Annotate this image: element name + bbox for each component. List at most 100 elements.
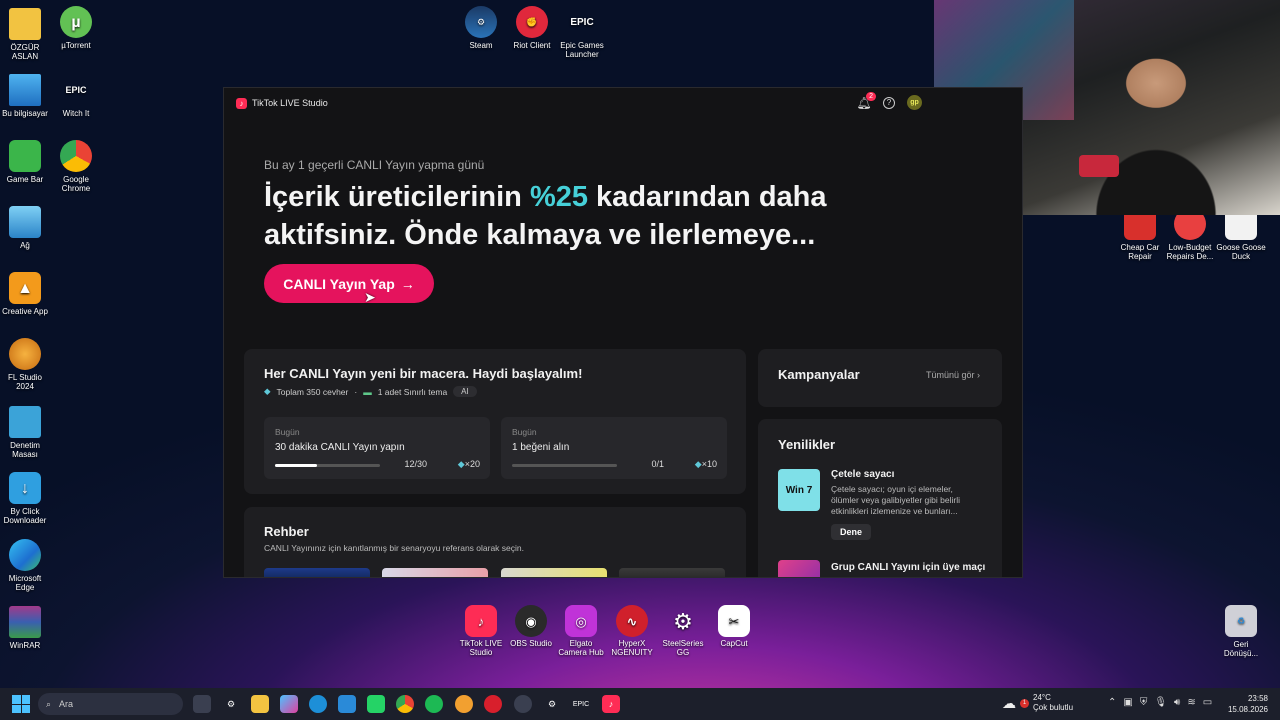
chrome-taskbar-icon[interactable]	[396, 695, 414, 713]
copilot-icon[interactable]	[280, 695, 298, 713]
task-reward: ◆×20	[458, 459, 480, 470]
guide-thumbnail[interactable]	[501, 568, 607, 577]
guide-desc: CANLI Yayınınız için kanıtlanmış bir sen…	[264, 543, 524, 553]
desktop-icon-this-pc[interactable]: Bu bilgisayar	[0, 74, 50, 118]
gem-icon: ◆	[694, 459, 702, 469]
desktop-icon-recycle-bin[interactable]: ♻ Geri Dönüşü...	[1216, 605, 1266, 658]
app-icon[interactable]	[455, 695, 473, 713]
task-day: Bugün	[512, 427, 537, 437]
task-progress-text: 12/30	[404, 459, 427, 469]
tray-app-icon[interactable]: ▣	[1123, 697, 1132, 708]
desktop-icon-riot[interactable]: ✊ Riot Client	[507, 6, 557, 50]
file-explorer-icon[interactable]	[251, 695, 269, 713]
news-thumbnail	[778, 560, 820, 577]
tiktok-live-icon: ♪	[465, 605, 497, 637]
desktop-icon-elgato[interactable]: ◎ Elgato Camera Hub	[557, 605, 605, 657]
desktop-icon-network[interactable]: Ağ	[0, 206, 50, 250]
desktop-icon-winrar[interactable]: WinRAR	[0, 606, 50, 650]
ai-chip[interactable]: AI	[453, 386, 477, 397]
volume-icon[interactable]: 🔊︎	[1174, 697, 1180, 708]
shield-icon[interactable]: ⛨	[1140, 697, 1148, 708]
weather-icon: ☁	[1002, 695, 1016, 711]
battery-icon[interactable]: ▭	[1203, 697, 1212, 708]
guide-thumbnail[interactable]	[264, 568, 370, 577]
edge-taskbar-icon[interactable]	[309, 695, 327, 713]
desktop-icon-goose[interactable]: Goose Goose Duck	[1216, 208, 1266, 261]
desktop-icon-steam[interactable]: ⚙ Steam	[456, 6, 506, 50]
microphone-icon[interactable]: 🎙︎	[1154, 697, 1167, 708]
campaigns-title: Kampanyalar	[778, 367, 860, 382]
desktop-icon-utorrent[interactable]: µ µTorrent	[51, 6, 101, 50]
task-reward-text: ×10	[701, 459, 717, 469]
desktop-icon-witch-it[interactable]: EPIC Witch It	[51, 74, 101, 118]
steam-taskbar-icon[interactable]: ⚙	[543, 695, 561, 713]
network-icon[interactable]: ≋	[1187, 697, 1195, 708]
recycle-bin-icon: ♻	[1225, 605, 1257, 637]
winrar-icon	[9, 606, 41, 638]
missions-card: Her CANLI Yayın yeni bir macera. Haydi b…	[244, 349, 746, 494]
task-progress-bar	[275, 464, 380, 467]
notification-bell-icon[interactable]: 🔔︎ 2	[856, 91, 876, 110]
taskbar-search[interactable]: ⌕ Ara	[38, 693, 183, 715]
start-button[interactable]	[12, 695, 30, 713]
desktop-icon-cheap-car-repair[interactable]: Cheap Car Repair	[1115, 208, 1165, 261]
tiktok-logo-icon: ♪	[236, 97, 247, 109]
whats-new-card: Yenilikler Win 7 Çetele sayacı Çetele sa…	[758, 419, 1002, 577]
desktop-icon-by-click[interactable]: ↓ By Click Downloader	[0, 472, 50, 525]
guide-thumbnail[interactable]	[619, 568, 725, 577]
store-icon[interactable]	[338, 695, 356, 713]
tiktok-taskbar-icon[interactable]: ♪	[602, 695, 620, 713]
go-live-button[interactable]: CANLI Yayın Yap →	[264, 264, 434, 303]
try-button[interactable]: Dene	[831, 524, 872, 540]
opera-icon[interactable]	[484, 695, 502, 713]
hero-title-accent: %25	[529, 181, 588, 213]
search-icon: ⌕	[46, 698, 52, 709]
news-thumb-text: Win 7	[785, 484, 813, 496]
whats-new-title: Yenilikler	[778, 437, 836, 452]
help-icon[interactable]: ?	[883, 96, 895, 109]
desktop-icon-capcut[interactable]: ✂ CapCut	[710, 605, 758, 648]
clock[interactable]: 23:58 15.08.2026	[1228, 693, 1268, 715]
task-card[interactable]: Bugün 30 dakika CANLI Yayın yapın 12/30 …	[264, 417, 490, 479]
desktop-icon-tiktok-live[interactable]: ♪ TikTok LIVE Studio	[457, 605, 505, 657]
desktop-icon-obs[interactable]: ◉ OBS Studio	[507, 605, 555, 648]
desktop-icon-fl-studio[interactable]: FL Studio 2024	[0, 338, 50, 391]
desktop-icon-control-panel[interactable]: Denetim Masası	[0, 406, 50, 459]
guide-card: Rehber CANLI Yayınınız için kanıtlanmış …	[244, 507, 746, 577]
news-item-title: Çetele sayacı	[831, 469, 895, 480]
spotify-icon[interactable]	[425, 695, 443, 713]
desktop-icon-edge[interactable]: Microsoft Edge	[0, 539, 50, 592]
task-progress-text: 0/1	[651, 459, 664, 469]
weather-temp: 24°C	[1033, 693, 1051, 702]
desktop-icon-hyperx[interactable]: ∿ HyperX NGENUITY	[608, 605, 656, 657]
see-all-link[interactable]: Tümünü gör ›	[926, 370, 980, 380]
fl-studio-icon	[9, 338, 41, 370]
news-item-desc: Çetele sayacı; oyun içi elemeler, ölümle…	[831, 484, 960, 516]
chevron-up-icon[interactable]: ⌃	[1108, 697, 1116, 708]
desktop-icon-creative-app[interactable]: ▲ Creative App	[0, 272, 50, 316]
desktop-icon-chrome[interactable]: Google Chrome	[51, 140, 101, 193]
weather-widget[interactable]: ☁ 1 24°C Çok bulutlu	[1002, 693, 1073, 713]
task-card[interactable]: Bugün 1 beğeni alın 0/1 ◆×10	[501, 417, 727, 479]
system-tray: ⌃ ▣ ⛨ 🎙︎ 🔊︎ ≋ ▭	[1108, 697, 1212, 708]
chevron-right-icon: ›	[977, 370, 980, 380]
desktop-icon-low-budget[interactable]: Low-Budget Repairs De...	[1165, 208, 1215, 261]
hero-title: İçerik üreticilerinin %25 kadarından dah…	[264, 178, 884, 254]
creative-app-icon: ▲	[9, 272, 41, 304]
settings-icon[interactable]: ⚙	[222, 695, 240, 713]
game-bar-icon	[9, 140, 41, 172]
task-view-icon[interactable]	[193, 695, 211, 713]
avatar[interactable]: gp	[907, 95, 922, 110]
desktop-icon-epic[interactable]: EPIC Epic Games Launcher	[557, 6, 607, 59]
weather-desc: Çok bulutlu	[1033, 703, 1074, 712]
guide-thumbnail[interactable]	[382, 568, 488, 577]
desktop-icon-steelseries[interactable]: ⚙ SteelSeries GG	[659, 605, 707, 657]
task-progress-bar	[512, 464, 617, 467]
window-title: TikTok LIVE Studio	[252, 98, 328, 108]
epic-taskbar-icon[interactable]: EPIC	[572, 695, 590, 713]
microphone	[1079, 155, 1119, 177]
whatsapp-icon[interactable]	[367, 695, 385, 713]
discord-icon[interactable]	[514, 695, 532, 713]
desktop-icon-user-folder[interactable]: ÖZGÜR ASLAN	[0, 8, 50, 61]
desktop-icon-game-bar[interactable]: Game Bar	[0, 140, 50, 184]
